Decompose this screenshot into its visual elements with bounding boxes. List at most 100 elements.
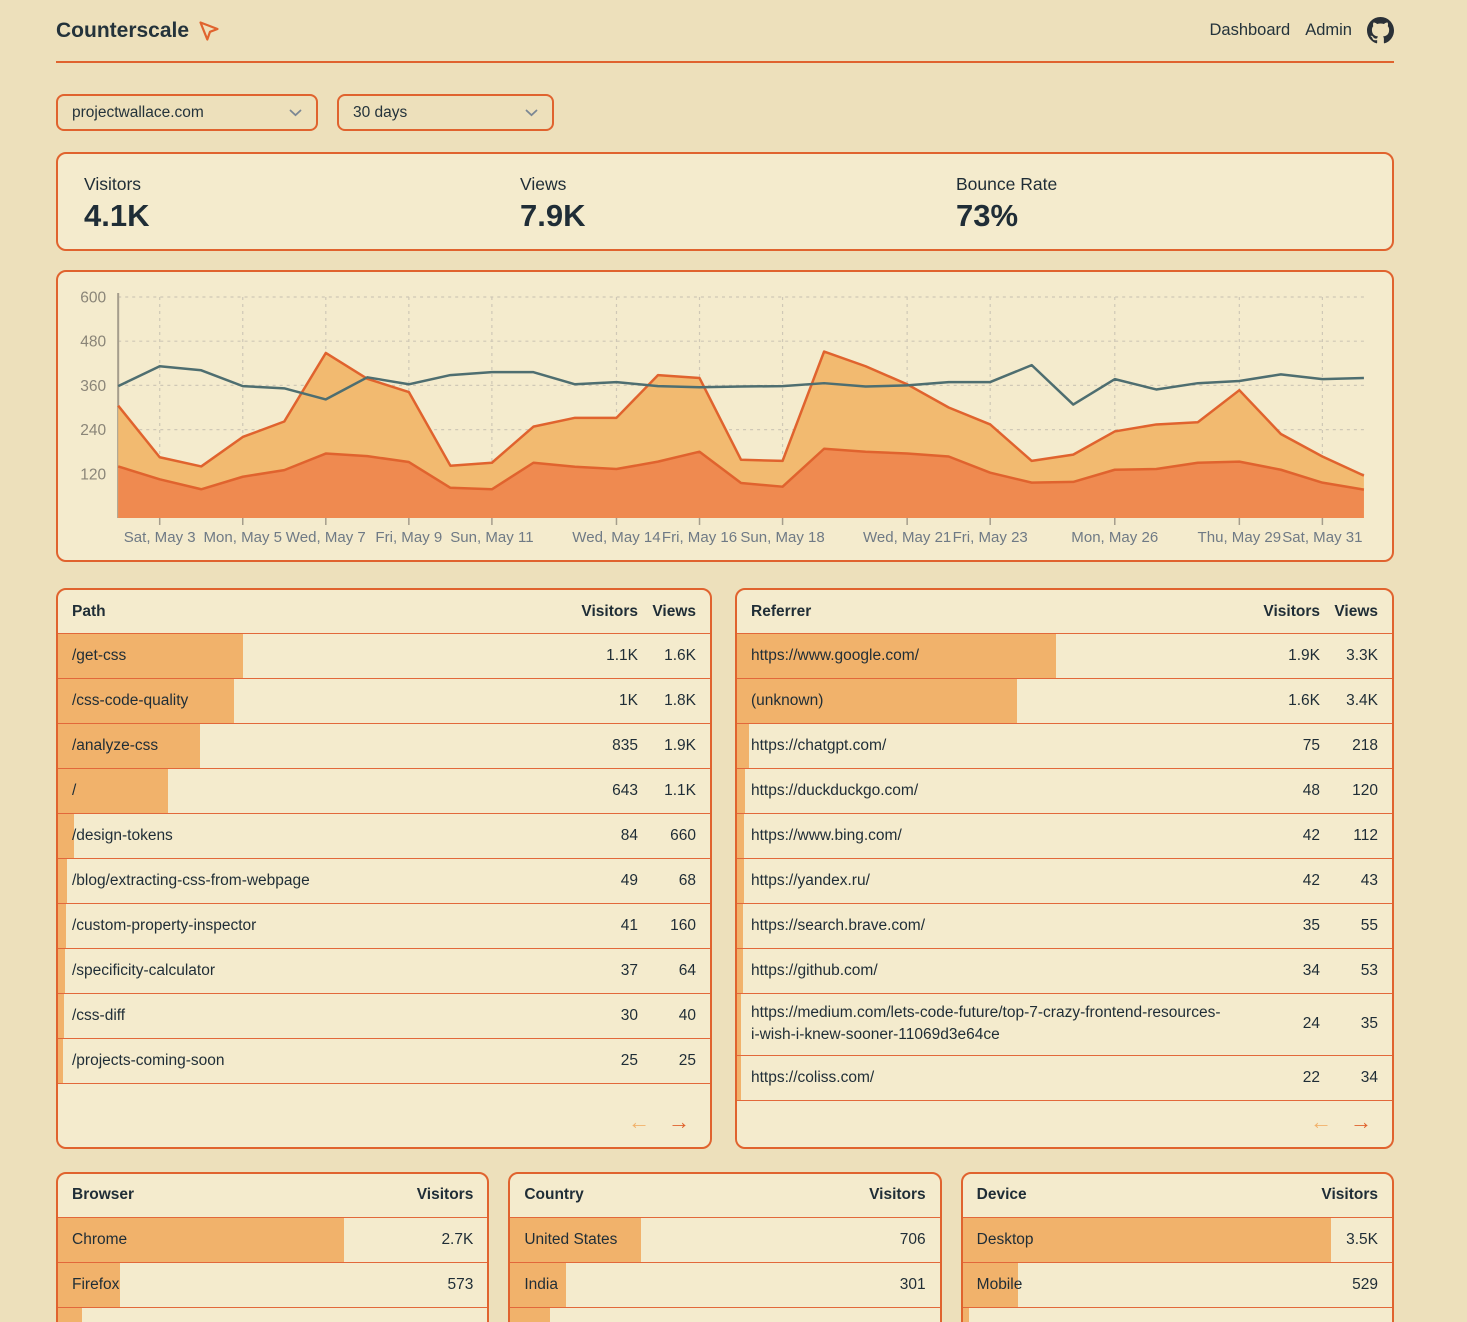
site-select-value: projectwallace.com (72, 104, 204, 122)
referrer-row[interactable]: https://chatgpt.com/75218 (737, 724, 1392, 769)
row-label: Firefox (58, 1266, 401, 1304)
device-table-body: Desktop3.5KMobile529Tablet14 (963, 1218, 1392, 1322)
next-page-button[interactable]: → (1350, 1111, 1372, 1133)
device-row[interactable]: Desktop3.5K (963, 1218, 1392, 1263)
country-row[interactable]: Spain220 (510, 1308, 939, 1322)
brand-name: Counterscale (56, 19, 189, 43)
row-views: 1.1K (638, 782, 710, 800)
row-views: 53 (1320, 962, 1392, 980)
country-row[interactable]: India301 (510, 1263, 939, 1308)
column-header: Browser (58, 1186, 401, 1204)
filters-bar: projectwallace.com 30 days (56, 94, 1394, 131)
row-visitors: 42 (1240, 872, 1320, 890)
browser-table-body: Chrome2.7KFirefox573Edge231 (58, 1218, 487, 1322)
row-visitors: 301 (854, 1276, 940, 1294)
prev-page-button[interactable]: ← (1310, 1111, 1332, 1133)
row-views: 218 (1320, 737, 1392, 755)
y-axis-label: 480 (80, 334, 106, 351)
header: Counterscale Dashboard Admin (56, 0, 1394, 63)
path-row[interactable]: /css-code-quality1K1.8K (58, 679, 710, 724)
row-label: (unknown) (737, 682, 1240, 720)
column-header: Country (510, 1186, 853, 1204)
row-visitors: 35 (1240, 917, 1320, 935)
breakdown-tables-row: Browser Visitors Chrome2.7KFirefox573Edg… (56, 1172, 1394, 1322)
referrer-row[interactable]: (unknown)1.6K3.4K (737, 679, 1392, 724)
x-axis-label: Fri, May 23 (953, 529, 1028, 546)
github-icon[interactable] (1367, 17, 1394, 44)
row-label: https://duckduckgo.com/ (737, 772, 1240, 810)
row-views: 1.9K (638, 737, 710, 755)
country-table-card: Country Visitors United States706India30… (508, 1172, 941, 1322)
referrer-row[interactable]: https://yandex.ru/4243 (737, 859, 1392, 904)
stat-visitors: Visitors 4.1K (84, 174, 520, 249)
row-label: https://search.brave.com/ (737, 907, 1240, 945)
referrer-row[interactable]: https://duckduckgo.com/48120 (737, 769, 1392, 814)
referrer-row[interactable]: https://medium.com/lets-code-future/top-… (737, 994, 1392, 1056)
column-header: Referrer (737, 603, 1240, 621)
x-axis-label: Sun, May 18 (740, 529, 824, 546)
device-row[interactable]: Mobile529 (963, 1263, 1392, 1308)
path-row[interactable]: /specificity-calculator3764 (58, 949, 710, 994)
column-header: Visitors (558, 603, 638, 621)
column-header: Views (1320, 603, 1392, 621)
path-row[interactable]: /6431.1K (58, 769, 710, 814)
row-label: https://www.bing.com/ (737, 817, 1240, 855)
row-label: Mobile (963, 1266, 1306, 1304)
path-row[interactable]: /get-css1.1K1.6K (58, 634, 710, 679)
traffic-chart: 120240360480600Sat, May 3Mon, May 5Wed, … (58, 272, 1392, 560)
stat-label: Visitors (84, 174, 520, 195)
row-label: Chrome (58, 1221, 401, 1259)
referrer-row[interactable]: https://www.google.com/1.9K3.3K (737, 634, 1392, 679)
stat-value: 73% (956, 198, 1392, 234)
row-label: Spain (510, 1311, 853, 1322)
x-axis-label: Wed, May 21 (863, 529, 951, 546)
referrer-row[interactable]: https://search.brave.com/3555 (737, 904, 1392, 949)
path-row[interactable]: /css-diff3040 (58, 994, 710, 1039)
stat-label: Views (520, 174, 956, 195)
column-header: Views (638, 603, 710, 621)
path-row[interactable]: /custom-property-inspector41160 (58, 904, 710, 949)
x-axis-label: Thu, May 29 (1198, 529, 1282, 546)
nav-dashboard-link[interactable]: Dashboard (1209, 21, 1290, 40)
row-label: /css-diff (58, 997, 558, 1035)
path-row[interactable]: /blog/extracting-css-from-webpage4968 (58, 859, 710, 904)
table-header: Browser Visitors (58, 1174, 487, 1218)
row-label: /analyze-css (58, 727, 558, 765)
prev-page-button[interactable]: ← (628, 1111, 650, 1133)
row-views: 112 (1320, 827, 1392, 845)
row-visitors: 835 (558, 737, 638, 755)
row-views: 1.6K (638, 647, 710, 665)
path-row[interactable]: /projects-coming-soon2525 (58, 1039, 710, 1084)
brand[interactable]: Counterscale (56, 19, 221, 43)
row-label: United States (510, 1221, 853, 1259)
next-page-button[interactable]: → (668, 1111, 690, 1133)
traffic-chart-card: 120240360480600Sat, May 3Mon, May 5Wed, … (56, 270, 1394, 562)
browser-row[interactable]: Firefox573 (58, 1263, 487, 1308)
path-row[interactable]: /analyze-css8351.9K (58, 724, 710, 769)
browser-row[interactable]: Chrome2.7K (58, 1218, 487, 1263)
row-visitors: 1.9K (1240, 647, 1320, 665)
row-label: /design-tokens (58, 817, 558, 855)
date-range-select[interactable]: 30 days (337, 94, 554, 131)
pagination: ← → (737, 1101, 1392, 1147)
y-axis-label: 600 (80, 290, 106, 307)
row-visitors: 24 (1240, 1015, 1320, 1033)
row-views: 40 (638, 1007, 710, 1025)
nav-admin-link[interactable]: Admin (1305, 21, 1352, 40)
device-row[interactable]: Tablet14 (963, 1308, 1392, 1322)
referrer-row[interactable]: https://github.com/3453 (737, 949, 1392, 994)
referrer-row[interactable]: https://www.bing.com/42112 (737, 814, 1392, 859)
row-visitors: 706 (854, 1231, 940, 1249)
site-select[interactable]: projectwallace.com (56, 94, 318, 131)
row-visitors: 75 (1240, 737, 1320, 755)
row-visitors: 41 (558, 917, 638, 935)
country-row[interactable]: United States706 (510, 1218, 939, 1263)
row-visitors: 25 (558, 1052, 638, 1070)
browser-row[interactable]: Edge231 (58, 1308, 487, 1322)
row-label: /custom-property-inspector (58, 907, 558, 945)
path-row[interactable]: /design-tokens84660 (58, 814, 710, 859)
row-visitors: 49 (558, 872, 638, 890)
stat-views: Views 7.9K (520, 174, 956, 249)
x-axis-label: Sat, May 31 (1282, 529, 1362, 546)
referrer-row[interactable]: https://coliss.com/2234 (737, 1056, 1392, 1101)
